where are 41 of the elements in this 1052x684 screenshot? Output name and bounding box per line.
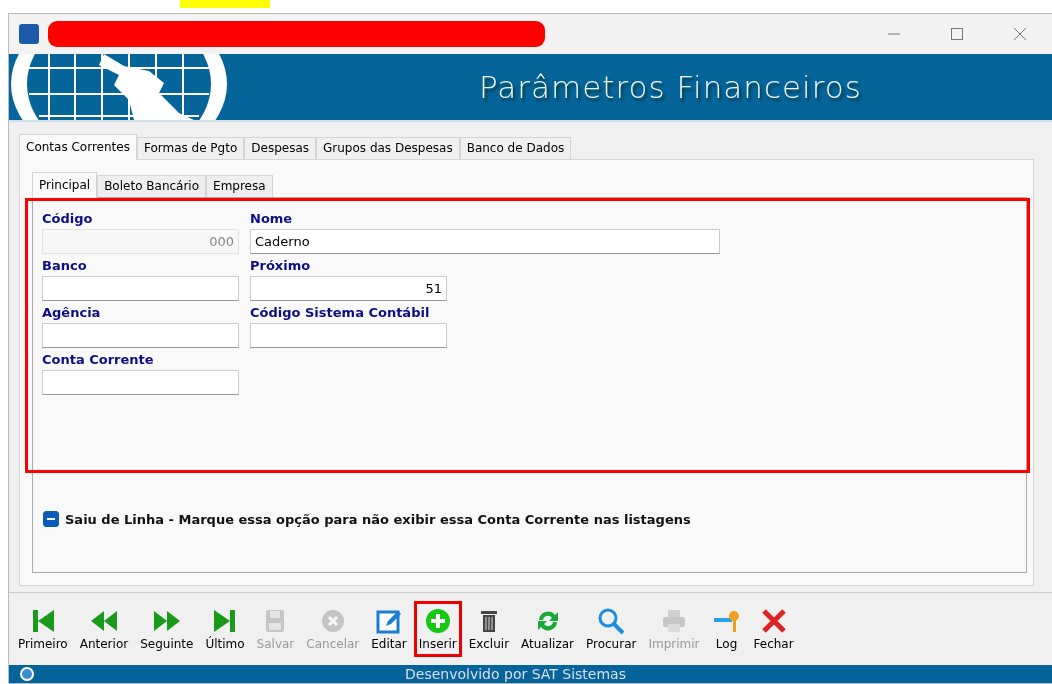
toolbar-button[interactable]: Atualizar [516, 601, 579, 657]
field-label: Banco [42, 257, 88, 275]
toolbar-button[interactable]: Último [200, 601, 250, 657]
field-label: Nome [250, 210, 294, 228]
maximize-icon[interactable] [950, 27, 964, 41]
field-label: Código [42, 210, 94, 228]
search-icon [596, 606, 627, 636]
toolbar-button[interactable]: Fechar [748, 601, 799, 657]
toolbar-button[interactable]: Anterior [74, 601, 134, 657]
toolbar-button[interactable]: Log [706, 601, 747, 657]
close-icon[interactable] [1013, 27, 1027, 41]
tab[interactable]: Contas Correntes [19, 134, 137, 160]
field-label: Agência [42, 304, 102, 322]
input-field[interactable] [250, 323, 447, 348]
tab[interactable]: Boleto Bancário [97, 175, 207, 197]
checkbox-label: Saiu de Linha - Marque essa opção para não exibir essa Conta Corrente nas listagens [65, 511, 691, 527]
tab[interactable]: Formas de Pgto [136, 137, 245, 159]
input-field[interactable]: Caderno [250, 229, 720, 254]
status-text: Desenvolvido por SAT Sistemas [405, 666, 626, 682]
app-icon [19, 24, 39, 44]
input-field[interactable] [42, 323, 239, 348]
tab[interactable]: Grupos das Despesas [316, 137, 460, 159]
checkbox[interactable] [43, 511, 59, 527]
input-field[interactable] [42, 370, 239, 395]
input-field[interactable]: 51 [250, 276, 447, 301]
field-label: Próximo [250, 257, 312, 275]
toolbar-button[interactable]: Procurar [581, 601, 642, 657]
toolbar-button[interactable]: Editar [366, 601, 412, 657]
field-label: Código Sistema Contábil [250, 304, 431, 322]
tab[interactable]: Principal [32, 172, 98, 198]
toolbar-button[interactable]: Primeiro [13, 601, 73, 657]
toolbar-button[interactable]: Seguinte [135, 601, 199, 657]
globe-icon [19, 666, 35, 682]
toolbar-button[interactable]: Inserir [413, 601, 462, 657]
tab[interactable]: Despesas [244, 137, 316, 159]
banner-title: Parâmetros Financeiros [479, 69, 862, 105]
tab[interactable]: Banco de Dados [459, 137, 572, 159]
input-field[interactable] [42, 276, 239, 301]
tab[interactable]: Empresa [206, 175, 273, 197]
toolbar-button[interactable]: Excluir [463, 601, 515, 657]
field-label: Conta Corrente [42, 351, 155, 369]
